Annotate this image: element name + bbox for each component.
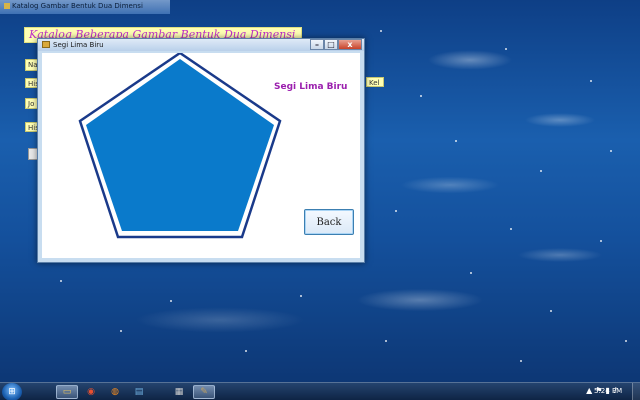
back-button[interactable]: Back — [304, 209, 354, 235]
shape-name-label: Segi Lima Biru — [274, 82, 348, 92]
firefox-icon[interactable]: ◍ — [104, 385, 126, 399]
close-button[interactable]: x — [338, 39, 362, 50]
media-icon[interactable]: ▤ — [128, 385, 150, 399]
vb-icon[interactable]: ✎ — [193, 385, 215, 399]
app-icon[interactable]: ▦ — [168, 385, 190, 399]
dialog-app-icon — [42, 41, 50, 48]
app-icon — [4, 3, 10, 9]
shape-dialog: Segi Lima Biru – □ x Segi Lima Biru Back — [37, 38, 365, 263]
show-desktop-button[interactable] — [632, 383, 640, 400]
main-window-titlebar[interactable]: Katalog Gambar Bentuk Dua Dimensi — [0, 0, 170, 14]
tray-arrow-icon[interactable]: ▲ — [586, 386, 592, 395]
chrome-icon[interactable]: ◉ — [80, 385, 102, 399]
minimize-button[interactable]: – — [310, 39, 324, 50]
bg-label-kel: Kel — [366, 77, 384, 87]
dialog-client-area: Segi Lima Biru Back — [42, 53, 360, 258]
taskbar: ⊞ ▭ ◉ ◍ ▤ ▦ ✎ ▲ ⚑ ▮ ♪ 5:24 PM — [0, 382, 640, 400]
pentagon-shape — [86, 59, 274, 231]
taskbar-clock[interactable]: 5:24 PM — [594, 387, 622, 395]
main-window-title: Katalog Gambar Bentuk Dua Dimensi — [12, 2, 143, 10]
folder-icon[interactable]: ▭ — [56, 385, 78, 399]
dialog-title: Segi Lima Biru — [53, 41, 104, 49]
start-button[interactable]: ⊞ — [2, 383, 22, 400]
dialog-titlebar[interactable]: Segi Lima Biru – □ x — [38, 39, 364, 51]
maximize-button[interactable]: □ — [324, 39, 338, 50]
window-controls: – □ x — [310, 39, 362, 50]
